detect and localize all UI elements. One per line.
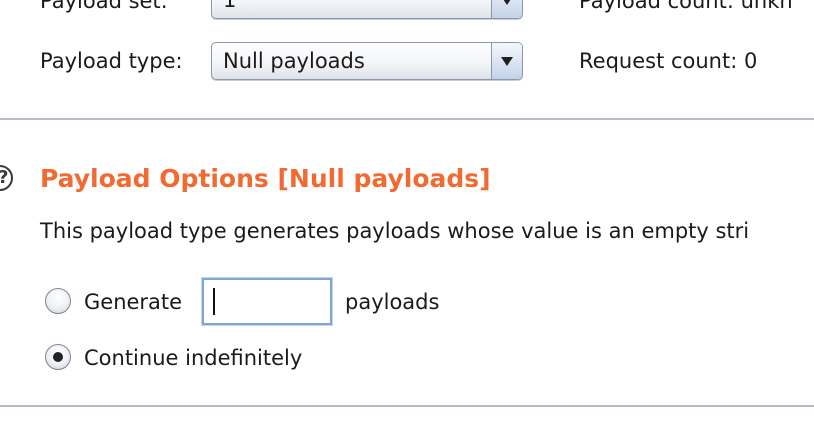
generate-label: Generate [84, 290, 183, 314]
payload-type-dropdown[interactable]: Null payloads [211, 42, 523, 80]
payloads-suffix-label: payloads [345, 290, 440, 314]
payload-type-value: Null payloads [223, 49, 365, 73]
payload-set-dropdown-arrow[interactable] [491, 0, 522, 18]
request-count-value: 0 [744, 49, 758, 73]
payload-count-label: Payload count: unkn [579, 0, 793, 14]
request-count-label: Request count: 0 [579, 49, 758, 73]
payload-type-label: Payload type: [40, 49, 183, 73]
intruder-payloads-panel: Payload set: 1 Payload count: unkn Paylo… [0, 0, 814, 428]
payload-count-value: unkn [740, 0, 793, 13]
chevron-down-icon [501, 0, 513, 5]
generate-count-input[interactable] [202, 278, 332, 325]
help-icon[interactable]: ? [0, 165, 13, 191]
section-divider [0, 118, 814, 120]
payload-options-description: This payload type generates payloads who… [40, 219, 750, 243]
payload-set-value: 1 [223, 0, 237, 12]
payload-set-label: Payload set: [40, 0, 168, 13]
payload-options-title: Payload Options [Null payloads] [40, 164, 491, 193]
generate-radio[interactable] [45, 288, 71, 314]
continue-indefinitely-radio[interactable] [45, 344, 71, 370]
continue-indefinitely-label: Continue indefinitely [84, 346, 303, 370]
text-caret [213, 288, 215, 315]
payload-type-dropdown-arrow[interactable] [491, 43, 522, 79]
section-divider-bottom [0, 405, 814, 407]
payload-set-dropdown[interactable]: 1 [211, 0, 523, 19]
radio-selected-dot [53, 352, 63, 362]
chevron-down-icon [501, 57, 513, 66]
